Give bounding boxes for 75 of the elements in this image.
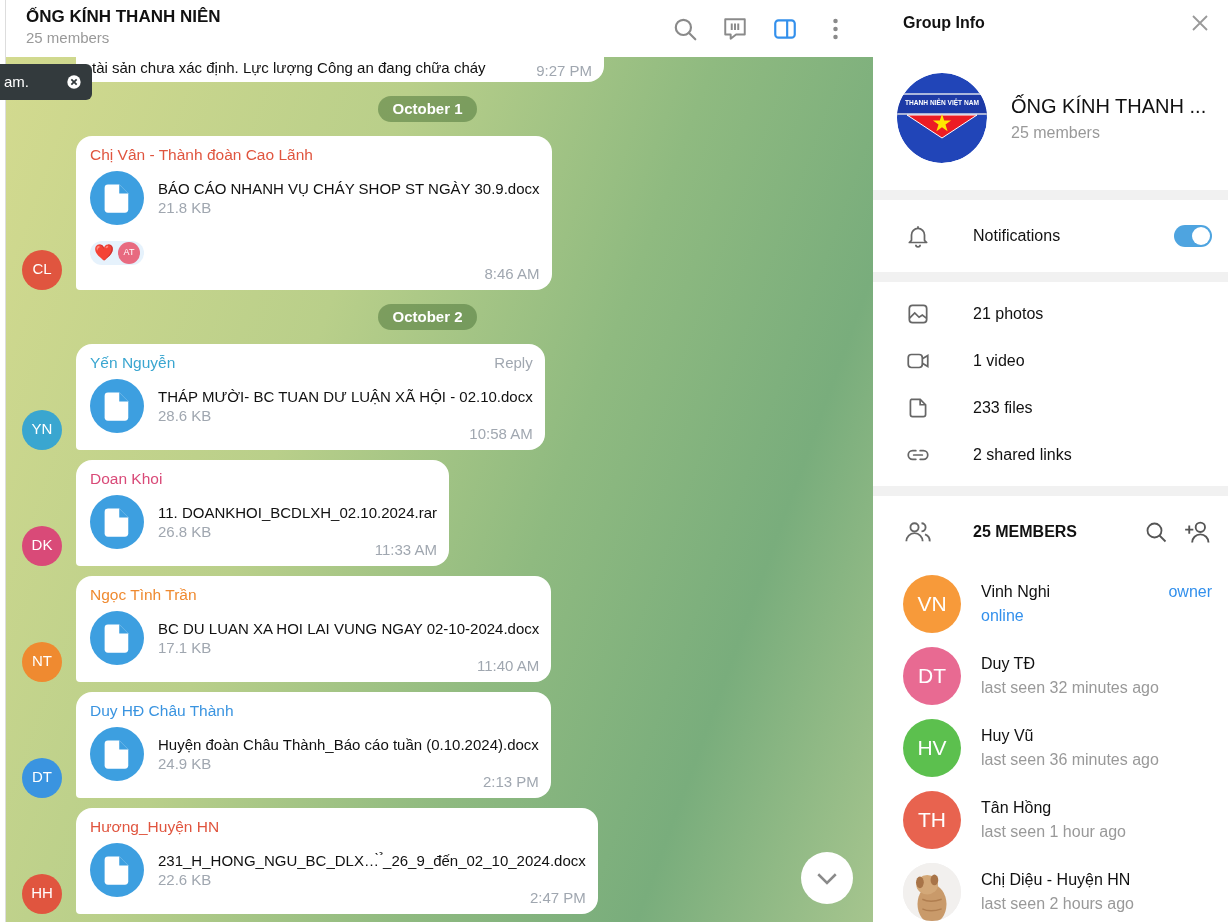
speech-bubble-icon bbox=[722, 15, 748, 42]
message-text: tài sản chưa xác định. Lực lượng Công an đang chữa cháy bbox=[92, 58, 486, 78]
member-avatar: DT bbox=[903, 647, 961, 705]
sender-name[interactable]: Doan Khoi bbox=[90, 468, 163, 489]
member-status: last seen 36 minutes ago bbox=[981, 750, 1160, 770]
message-time: 2:47 PM bbox=[528, 888, 586, 907]
setting-label: Notifications bbox=[973, 226, 1062, 246]
avatar[interactable]: CL bbox=[22, 249, 62, 290]
member-avatar: VN bbox=[903, 575, 961, 633]
file-name[interactable]: 231_H_HONG_NGU_BC_DLX…̀ ̉_26_9_đến_02_10_2024.docx bbox=[158, 850, 586, 870]
sender-name[interactable]: Hương_Huyện HN bbox=[90, 816, 220, 837]
member-row[interactable]: DT Duy TĐ last seen 32 minutes ago bbox=[903, 640, 1212, 712]
message-time: 11:33 AM bbox=[373, 540, 438, 559]
chat-title: ỐNG KÍNH THANH NIÊN bbox=[26, 7, 222, 28]
member-avatar: TH bbox=[903, 791, 961, 849]
search-icon[interactable] bbox=[1144, 520, 1168, 544]
member-status: online bbox=[981, 606, 1025, 626]
member-row[interactable]: VN Vinh Nghi owner online bbox=[903, 568, 1212, 640]
avatar[interactable]: DK bbox=[22, 525, 62, 566]
member-row[interactable]: HV Huy Vũ last seen 36 minutes ago bbox=[903, 712, 1212, 784]
more-icon bbox=[832, 17, 838, 40]
file-icon bbox=[90, 842, 144, 897]
file-size: 26.8 KB bbox=[158, 521, 213, 541]
reactor-avatar: AT bbox=[118, 241, 140, 264]
file-name[interactable]: 11. DOANKHOI_BCDLXH_02.10.2024.rar bbox=[158, 502, 438, 522]
file-size: 17.1 KB bbox=[158, 637, 213, 657]
file-size: 28.6 KB bbox=[158, 405, 213, 425]
message-time: 8:46 AM bbox=[483, 264, 540, 283]
member-count: 25 members bbox=[26, 28, 111, 49]
close-icon[interactable] bbox=[66, 74, 82, 90]
media-row[interactable]: 2 shared links bbox=[903, 431, 1212, 478]
file-name[interactable]: THÁP MƯỜI- BC TUAN DƯ LUẬN XÃ HỘI - 02.10.docx bbox=[158, 386, 533, 406]
media-row[interactable]: 233 files bbox=[903, 384, 1212, 431]
message-time: 10:58 AM bbox=[468, 424, 533, 443]
file-icon bbox=[90, 610, 144, 665]
media-row[interactable]: 1 video bbox=[903, 337, 1212, 384]
section-title: 25 MEMBERS bbox=[973, 522, 1079, 542]
bell-icon bbox=[905, 223, 931, 249]
file-icon bbox=[90, 494, 144, 549]
member-row[interactable]: Chị Diệu - Huyện HN last seen 2 hours ago bbox=[903, 856, 1212, 922]
member-status: last seen 2 hours ago bbox=[981, 894, 1135, 914]
file-name[interactable]: BC DU LUAN XA HOI LAI VUNG NGAY 02-10-2024.docx bbox=[158, 618, 540, 638]
date-separator: October 2 bbox=[378, 303, 477, 330]
member-status: last seen 32 minutes ago bbox=[981, 678, 1160, 698]
member-name: Chị Diệu - Huyện HN bbox=[981, 870, 1131, 890]
role-label: owner bbox=[1168, 582, 1212, 602]
member-name: Tân Hồng bbox=[981, 798, 1052, 818]
media-row[interactable]: 21 photos bbox=[903, 290, 1212, 337]
reaction[interactable]: ❤ AT bbox=[90, 240, 144, 265]
member-status: last seen 1 hour ago bbox=[981, 822, 1127, 842]
avatar[interactable]: HH bbox=[22, 873, 62, 914]
member-name: Vinh Nghi bbox=[981, 582, 1051, 602]
message-time: 11:40 AM bbox=[476, 656, 540, 675]
member-name: Huy Vũ bbox=[981, 726, 1034, 746]
toggle-switch[interactable] bbox=[1174, 225, 1212, 247]
message-time: 2:13 PM bbox=[481, 772, 539, 791]
date-separator: October 1 bbox=[378, 95, 477, 122]
file-size: 21.8 KB bbox=[158, 197, 213, 217]
file-size: 24.9 KB bbox=[158, 753, 213, 773]
file-icon bbox=[90, 726, 144, 781]
file-icon bbox=[90, 170, 144, 225]
file-name[interactable]: Huyện đoàn Châu Thành_Báo cáo tuần (0.10.2024).docx bbox=[158, 734, 539, 754]
member-avatar: HV bbox=[903, 719, 961, 777]
file-icon bbox=[90, 378, 144, 433]
member-row[interactable]: TH Tân Hồng last seen 1 hour ago bbox=[903, 784, 1212, 856]
message-time: 9:27 PM bbox=[536, 60, 592, 80]
group-name: ỐNG KÍNH THANH ... bbox=[1011, 93, 1207, 119]
sender-name[interactable]: Chị Vân - Thành đoàn Cao Lãnh bbox=[90, 144, 313, 165]
member-count: 25 members bbox=[1011, 123, 1101, 143]
toast-text: am. bbox=[4, 71, 29, 92]
panel-title: Group Info bbox=[903, 13, 985, 33]
file-name[interactable]: BÁO CÁO NHANH VỤ CHÁY SHOP ST NGÀY 30.9.docx bbox=[158, 178, 540, 198]
file-size: 22.6 KB bbox=[158, 869, 213, 889]
reaction-emoji: ❤ bbox=[94, 242, 114, 263]
member-name: Duy TĐ bbox=[981, 654, 1035, 674]
